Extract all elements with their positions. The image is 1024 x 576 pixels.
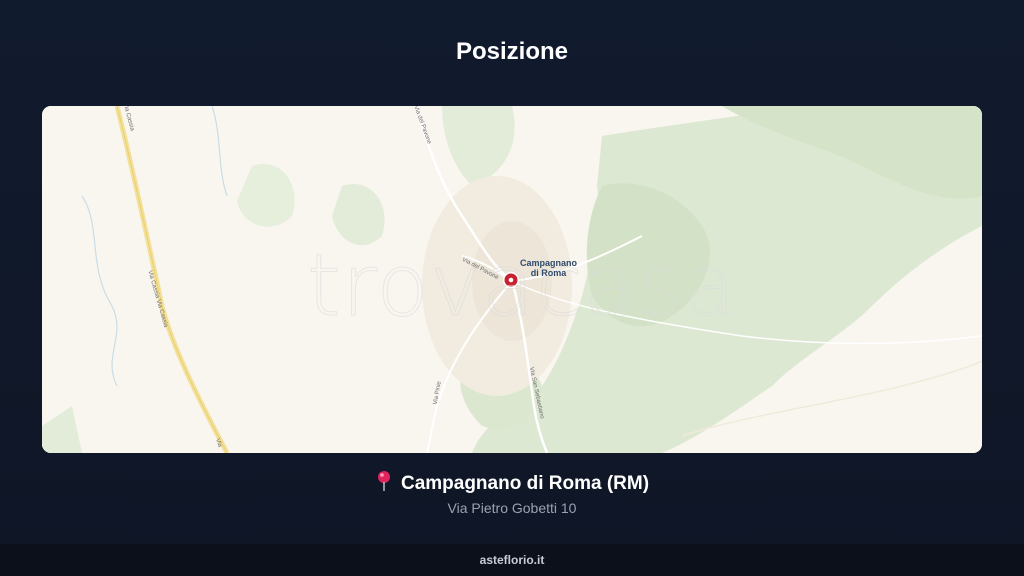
location-title: Campagnano di Roma (RM) bbox=[0, 470, 1024, 495]
location-address: Via Pietro Gobetti 10 bbox=[447, 500, 577, 516]
watermark-logo: trovacasa bbox=[307, 236, 737, 337]
map-place-label: Campagnano di Roma bbox=[520, 258, 577, 278]
pushpin-icon bbox=[375, 470, 393, 492]
place-label-line1: Campagnano bbox=[520, 258, 578, 268]
location-name: Campagnano di Roma (RM) bbox=[400, 473, 650, 494]
page-title: Posizione bbox=[455, 38, 569, 65]
place-label-line2: di Roma bbox=[530, 268, 567, 278]
map-view[interactable]: trovacasa Campagnano di Roma Via Cassia … bbox=[42, 106, 982, 453]
footer: asteflorio.it bbox=[0, 544, 1024, 576]
footer-site[interactable]: asteflorio.it bbox=[480, 553, 545, 567]
